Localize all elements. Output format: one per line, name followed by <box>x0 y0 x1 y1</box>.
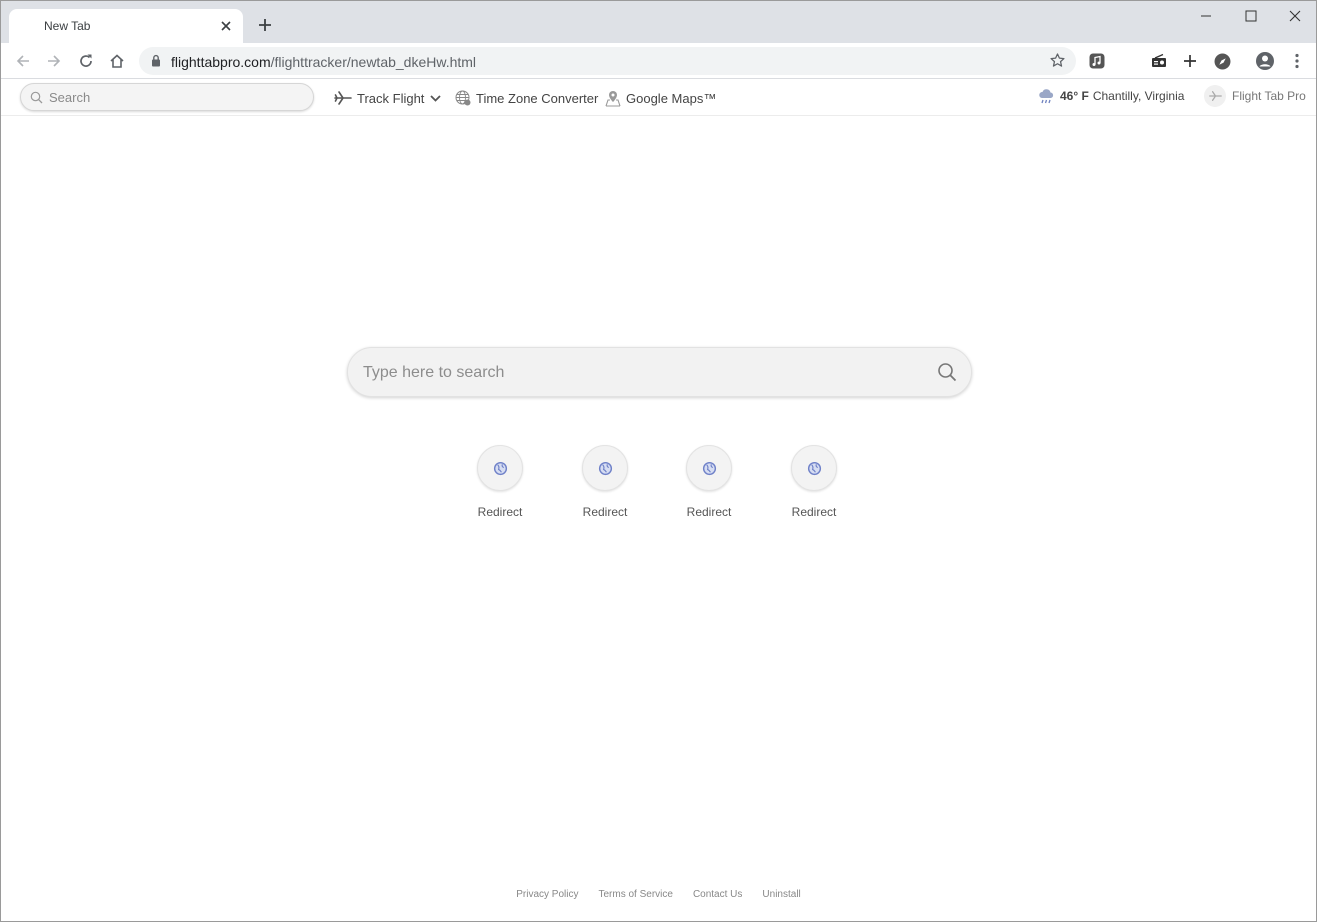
menu-icon[interactable] <box>1284 48 1310 74</box>
url-host: flighttabpro.com <box>171 54 271 70</box>
search-icon <box>30 91 43 109</box>
shortcut-tile[interactable]: Redirect <box>555 445 655 519</box>
address-bar[interactable]: flighttabpro.com/flighttracker/newtab_dk… <box>139 47 1076 75</box>
contact-us-link[interactable]: Contact Us <box>693 889 742 900</box>
radio-icon[interactable] <box>1146 48 1172 74</box>
weather-temperature: 46° F <box>1060 89 1089 103</box>
main-search-box <box>347 347 972 397</box>
brand-label: Flight Tab Pro <box>1232 89 1306 103</box>
maximize-icon[interactable] <box>1228 1 1274 31</box>
music-icon[interactable] <box>1084 48 1110 74</box>
privacy-policy-link[interactable]: Privacy Policy <box>516 889 578 900</box>
track-flight-label: Track Flight <box>357 90 425 106</box>
shortcut-label: Redirect <box>582 505 628 519</box>
search-icon[interactable] <box>937 362 957 387</box>
shortcut-tile[interactable]: Redirect <box>764 445 864 519</box>
tab-title: New Tab <box>44 19 91 33</box>
globe-icon <box>686 445 732 491</box>
weather-icon <box>1038 88 1055 104</box>
plus-icon[interactable] <box>1177 48 1203 74</box>
reload-icon[interactable] <box>73 48 99 74</box>
footer-links: Privacy Policy Terms of Service Contact … <box>1 889 1316 900</box>
shortcut-label: Redirect <box>791 505 837 519</box>
plus-icon[interactable] <box>253 13 277 37</box>
extension-search-input[interactable] <box>49 88 304 106</box>
chevron-down-icon <box>430 94 442 102</box>
google-maps-label: Google Maps™ <box>626 90 717 106</box>
url-text: flighttabpro.com/flighttracker/newtab_dk… <box>171 54 476 70</box>
profile-icon[interactable] <box>1252 48 1278 74</box>
globe-icon <box>582 445 628 491</box>
uninstall-link[interactable]: Uninstall <box>762 889 800 900</box>
globe-icon <box>455 90 471 106</box>
weather-widget[interactable]: 46° F Chantilly, Virginia <box>1038 88 1184 104</box>
compass-icon[interactable] <box>1209 48 1235 74</box>
minimize-icon[interactable] <box>1183 1 1229 31</box>
star-icon[interactable] <box>1049 52 1066 74</box>
extension-search <box>20 83 314 111</box>
flight-tab-pro-brand[interactable]: Flight Tab Pro <box>1204 85 1306 107</box>
shortcut-label: Redirect <box>686 505 732 519</box>
home-icon[interactable] <box>104 48 130 74</box>
forward-icon[interactable] <box>41 48 67 74</box>
browser-window: New Tab flighttabpro.com/flighttracker/n… <box>0 0 1317 922</box>
track-flight-menu[interactable]: Track Flight <box>334 88 442 108</box>
weather-location: Chantilly, Virginia <box>1092 89 1185 103</box>
url-path: /flighttracker/newtab_dkeHw.html <box>270 54 477 70</box>
tab-new-tab[interactable]: New Tab <box>9 9 243 43</box>
shortcut-tile[interactable]: Redirect <box>450 445 550 519</box>
tab-strip: New Tab <box>1 1 1316 43</box>
globe-icon <box>791 445 837 491</box>
terms-of-service-link[interactable]: Terms of Service <box>598 889 672 900</box>
globe-icon <box>477 445 523 491</box>
time-zone-converter-link[interactable]: Time Zone Converter <box>455 88 598 108</box>
map-pin-icon <box>605 90 621 107</box>
plane-icon <box>1204 85 1226 107</box>
close-icon[interactable] <box>1272 1 1316 31</box>
google-maps-link[interactable]: Google Maps™ <box>605 88 716 108</box>
time-zone-label: Time Zone Converter <box>476 90 599 106</box>
lock-icon <box>151 54 161 72</box>
shortcut-label: Redirect <box>477 505 523 519</box>
extension-bar: Track Flight Time Zone Converter Google … <box>1 79 1316 116</box>
main-search-input[interactable] <box>363 361 923 385</box>
browser-toolbar: flighttabpro.com/flighttracker/newtab_dk… <box>1 43 1316 79</box>
shortcut-tile[interactable]: Redirect <box>659 445 759 519</box>
back-icon[interactable] <box>10 48 36 74</box>
plane-icon <box>334 91 352 105</box>
close-icon[interactable] <box>217 17 235 35</box>
